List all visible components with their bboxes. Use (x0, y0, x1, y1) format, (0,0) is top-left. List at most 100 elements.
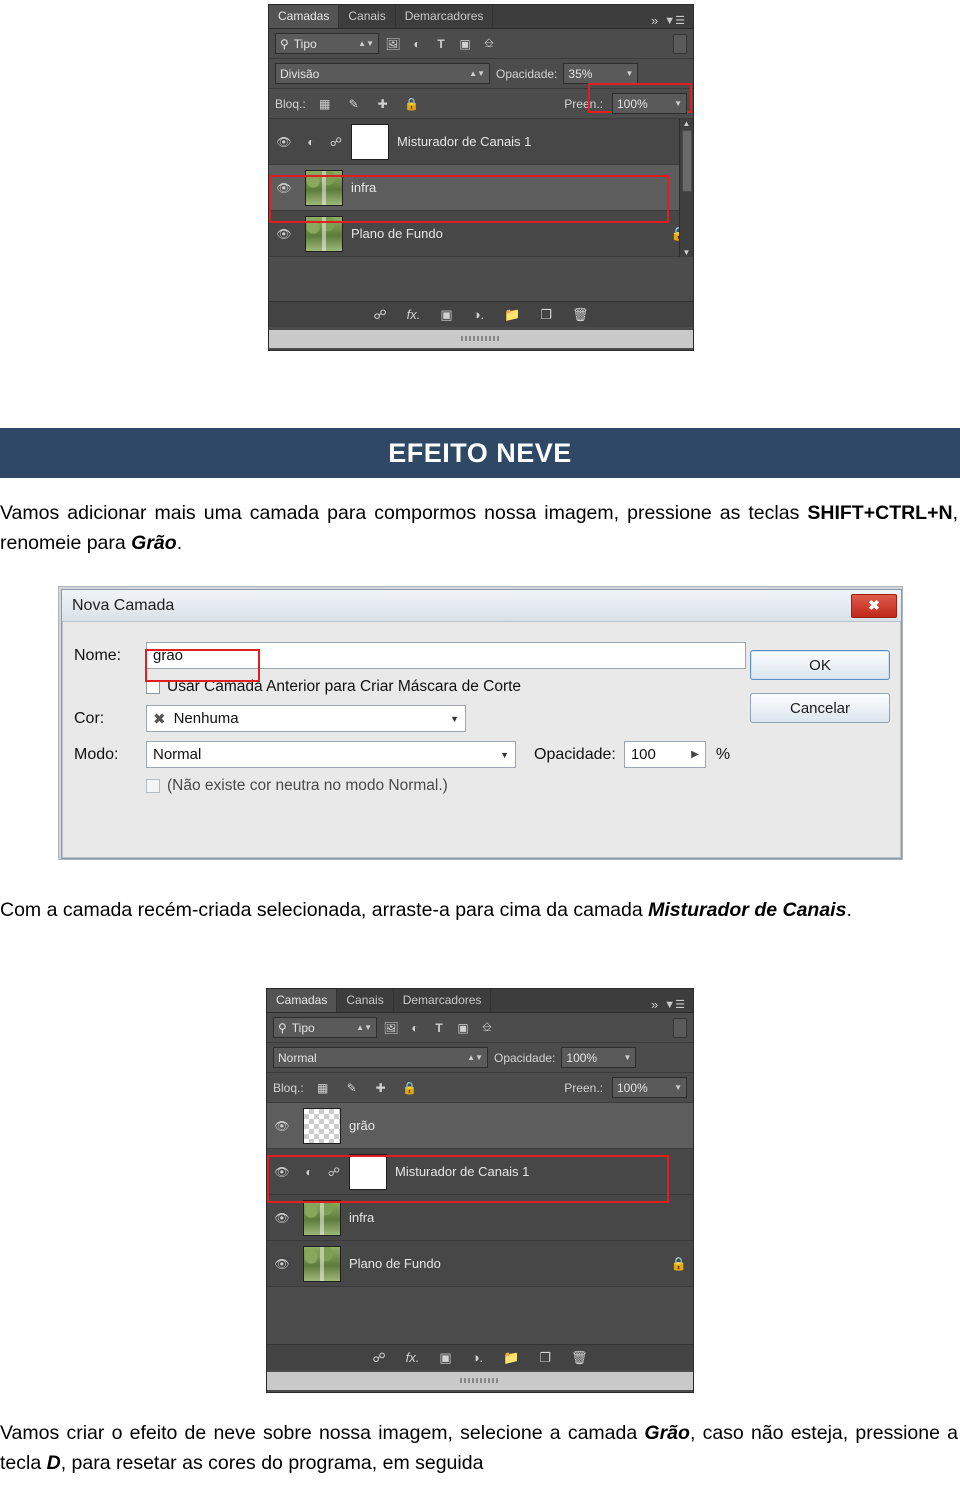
panel-resize-grip[interactable] (267, 1372, 693, 1390)
lock-position-icon[interactable]: ✚ (373, 94, 393, 114)
lock-all-icon[interactable]: 🔒 (402, 94, 422, 114)
layers-panel-footer-top[interactable]: ☍ fx. ▣ ◑. 📁 ❐ 🗑 (269, 301, 693, 327)
filter-smart-object-icon[interactable]: ⎒ (477, 1018, 497, 1038)
layer-list-scrollbar[interactable]: ▲ ▼ (679, 119, 693, 257)
new-group-icon[interactable]: 📁 (503, 1350, 519, 1366)
filter-type-select[interactable]: ⚲ Tipo ▲▼ (275, 33, 379, 54)
layer-mask-thumbnail[interactable] (351, 123, 389, 160)
filter-image-icon[interactable]: 🖼 (383, 34, 403, 54)
lock-image-icon[interactable]: ✎ (344, 94, 364, 114)
tab-camadas[interactable]: Camadas (267, 989, 338, 1012)
ok-button[interactable]: OK (750, 650, 890, 680)
layers-panel-footer-bottom[interactable]: ☍ fx. ▣ ◑. 📁 ❐ 🗑 (267, 1344, 693, 1370)
fx-icon[interactable]: fx. (407, 307, 421, 322)
stepper-icon[interactable]: ▲▼ (356, 1023, 372, 1032)
lock-transparency-icon[interactable]: ▦ (313, 1078, 333, 1098)
collapse-icon[interactable]: » (651, 13, 658, 28)
layer-mask-thumbnail[interactable] (349, 1153, 387, 1190)
filter-toggle-icon[interactable] (673, 33, 687, 54)
chevron-down-icon[interactable]: ▼ (450, 714, 459, 724)
scroll-thumb[interactable] (682, 130, 692, 192)
collapse-icon[interactable]: » (651, 997, 658, 1012)
link-icon[interactable]: ☍ (327, 1165, 341, 1179)
scroll-down-arrow[interactable]: ▼ (680, 248, 693, 257)
blend-row-top[interactable]: Divisão ▲▼ Opacidade: 35% ▼ (269, 59, 693, 89)
tab-canais[interactable]: Canais (339, 5, 396, 28)
panel-header-controls[interactable]: » ▼☰ (651, 997, 693, 1012)
panel-menu-icon[interactable]: ▼☰ (664, 14, 685, 27)
panel-menu-icon[interactable]: ▼☰ (664, 998, 685, 1011)
color-select[interactable]: ✖ Nenhuma ▼ (146, 705, 466, 732)
new-layer-dialog[interactable]: Nova Camada ✖ Nome: grão Usar Camada Ant… (61, 589, 902, 859)
dialog-titlebar[interactable]: Nova Camada ✖ (62, 590, 901, 622)
cancel-button[interactable]: Cancelar (750, 693, 890, 723)
chevron-down-icon[interactable]: ▼ (500, 750, 509, 760)
lock-all-icon[interactable]: 🔒 (400, 1078, 420, 1098)
chevron-down-icon[interactable]: ▼ (625, 69, 633, 78)
chevron-down-icon[interactable]: ▼ (623, 1053, 631, 1062)
lock-transparency-icon[interactable]: ▦ (315, 94, 335, 114)
visibility-icon[interactable]: 👁 (275, 135, 293, 149)
layer-row[interactable]: 👁 grão (267, 1103, 693, 1149)
layer-row[interactable]: 👁 ◐ ☍ Misturador de Canais 1 (269, 119, 693, 165)
tab-demarcadores[interactable]: Demarcadores (395, 5, 494, 28)
layer-row[interactable]: 👁 infra (267, 1195, 693, 1241)
layer-thumbnail[interactable] (303, 1245, 341, 1282)
layer-thumbnail[interactable] (305, 215, 343, 252)
panel-tabs-bottom[interactable]: Camadas Canais Demarcadores » ▼☰ (267, 989, 693, 1013)
layer-thumbnail[interactable] (305, 169, 343, 206)
link-icon[interactable]: ☍ (329, 135, 343, 149)
filter-type-select[interactable]: ⚲ Tipo ▲▼ (273, 1017, 377, 1038)
lock-row-top[interactable]: Bloq.: ▦ ✎ ✚ 🔒 Preen.: 100% ▼ (269, 89, 693, 119)
filter-adjustment-icon[interactable]: ◐ (405, 1018, 425, 1038)
visibility-icon[interactable]: 👁 (273, 1211, 291, 1225)
panel-header-controls[interactable]: » ▼☰ (651, 13, 693, 28)
filter-row-bottom[interactable]: ⚲ Tipo ▲▼ 🖼 ◐ T ▣ ⎒ (267, 1013, 693, 1043)
visibility-icon[interactable]: 👁 (273, 1119, 291, 1133)
trash-icon[interactable]: 🗑 (571, 1350, 588, 1366)
new-layer-icon[interactable]: ❐ (540, 307, 552, 323)
add-mask-icon[interactable]: ▣ (440, 307, 452, 323)
opacity-stepper-icon[interactable]: ▶ (691, 749, 699, 760)
panel-tabs-top[interactable]: Camadas Canais Demarcadores » ▼☰ (269, 5, 693, 29)
tab-camadas[interactable]: Camadas (269, 5, 340, 28)
opacity-input-top[interactable]: 35% ▼ (563, 63, 639, 84)
layer-thumbnail[interactable] (303, 1107, 341, 1144)
filter-row-top[interactable]: ⚲ Tipo ▲▼ 🖼 ◐ T ▣ ⎒ (269, 29, 693, 59)
layer-thumbnail[interactable] (303, 1199, 341, 1236)
new-group-icon[interactable]: 📁 (504, 307, 520, 323)
mode-select[interactable]: Normal ▼ (146, 741, 516, 768)
blend-row-bottom[interactable]: Normal ▲▼ Opacidade: 100% ▼ (267, 1043, 693, 1073)
layers-panel-bottom[interactable]: Camadas Canais Demarcadores » ▼☰ ⚲ Tipo … (266, 988, 694, 1393)
new-layer-icon[interactable]: ❐ (539, 1350, 551, 1366)
fx-icon[interactable]: fx. (406, 1350, 420, 1365)
lock-image-icon[interactable]: ✎ (342, 1078, 362, 1098)
fill-input-bottom[interactable]: 100% ▼ (612, 1077, 687, 1098)
adjustment-icon[interactable]: ◑. (473, 307, 484, 322)
chevron-down-icon[interactable]: ▼ (674, 99, 682, 108)
layer-row[interactable]: 👁 Plano de Fundo 🔒 (269, 211, 693, 257)
opacity-input[interactable]: 100 ▶ (623, 741, 706, 768)
chevron-down-icon[interactable]: ▲▼ (469, 69, 485, 78)
filter-shape-icon[interactable]: ▣ (455, 34, 475, 54)
link-layers-icon[interactable]: ☍ (373, 307, 386, 323)
filter-text-icon[interactable]: T (429, 1018, 449, 1038)
tab-canais[interactable]: Canais (337, 989, 394, 1012)
visibility-icon[interactable]: 👁 (273, 1165, 291, 1179)
lock-row-bottom[interactable]: Bloq.: ▦ ✎ ✚ 🔒 Preen.: 100% ▼ (267, 1073, 693, 1103)
blend-mode-select[interactable]: Divisão ▲▼ (275, 63, 490, 84)
layer-list-top[interactable]: 👁 ◐ ☍ Misturador de Canais 1 👁 infra 👁 P… (269, 119, 693, 257)
panel-resize-grip[interactable] (269, 330, 693, 348)
trash-icon[interactable]: 🗑 (572, 307, 589, 323)
layer-row[interactable]: 👁 ◐ ☍ Misturador de Canais 1 (267, 1149, 693, 1195)
adjustment-icon[interactable]: ◑. (472, 1350, 483, 1365)
blend-mode-select[interactable]: Normal ▲▼ (273, 1047, 488, 1068)
filter-shape-icon[interactable]: ▣ (453, 1018, 473, 1038)
filter-image-icon[interactable]: 🖼 (381, 1018, 401, 1038)
filter-adjustment-icon[interactable]: ◐ (407, 34, 427, 54)
chevron-down-icon[interactable]: ▲▼ (467, 1053, 483, 1062)
add-mask-icon[interactable]: ▣ (439, 1350, 451, 1366)
chevron-down-icon[interactable]: ▼ (674, 1083, 682, 1092)
mode-row[interactable]: Modo: Normal ▼ Opacidade: 100 ▶ % (74, 741, 889, 768)
layer-row[interactable]: 👁 Plano de Fundo 🔒 (267, 1241, 693, 1287)
